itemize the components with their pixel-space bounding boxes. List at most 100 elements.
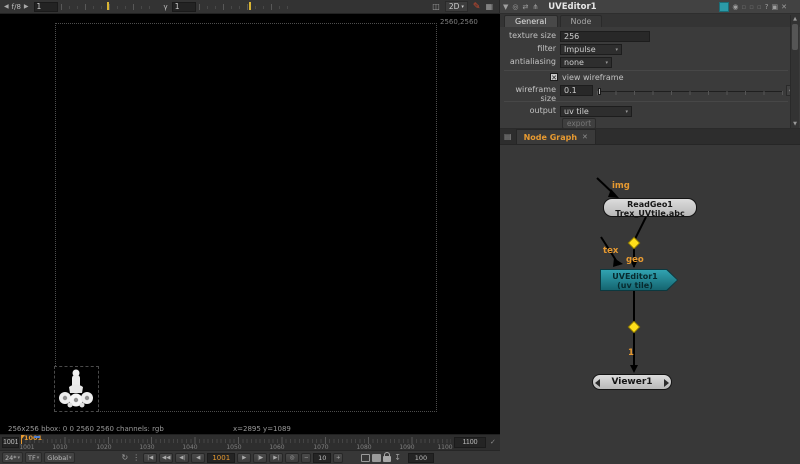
goto-start-button[interactable]: |◀ — [143, 453, 157, 463]
tab-node[interactable]: Node — [560, 15, 603, 27]
wire-diamond-icon[interactable] — [628, 237, 639, 248]
view-mode-value: 2D — [449, 2, 460, 11]
properties-scrollbar[interactable]: ▲ ▼ — [790, 15, 799, 128]
input-fork-icon[interactable]: ⋔ — [532, 3, 538, 11]
step-forward-button[interactable]: |▶ — [253, 453, 267, 463]
divider — [504, 70, 788, 71]
loop-mode-button[interactable]: ◎ — [285, 453, 299, 463]
nuke-window: ◀ f/8 ▶ γ ◫ 2D ▾ ✎ ▦ 2560,2560 — [0, 0, 800, 464]
gain-slider[interactable] — [61, 2, 157, 12]
node-viewer1[interactable]: Viewer1 — [592, 374, 672, 390]
close-icon[interactable]: ✕ — [781, 3, 787, 11]
chevron-down-icon: ▾ — [461, 4, 464, 10]
timecode-mode-select[interactable]: TF▾ — [25, 452, 42, 463]
export-button[interactable]: export — [562, 118, 596, 129]
frame-range-mode-select[interactable]: Global▾ — [44, 452, 74, 463]
texture-size-field[interactable] — [560, 31, 650, 42]
node-color-swatch[interactable] — [719, 2, 729, 12]
node-graph-tab-label: Node Graph — [524, 133, 577, 142]
gamma-label: γ — [163, 3, 169, 11]
wire-diamond-icon[interactable] — [628, 321, 639, 332]
view-mode-select[interactable]: 2D ▾ — [445, 1, 468, 12]
panel-toggle-filled-icon[interactable] — [372, 454, 381, 462]
timeline-track[interactable]: 1001 1001 1010 1020 1030 1040 1050 1060 … — [21, 435, 451, 451]
scrollbar-thumb[interactable] — [792, 24, 798, 50]
wireframe-toggle-icon[interactable]: ▦ — [485, 2, 493, 11]
tab-general[interactable]: General — [504, 15, 558, 27]
node-uveditor1[interactable]: UVEditor1 (uv tile) — [600, 269, 678, 291]
roi-pencil-icon[interactable]: ✎ — [473, 2, 481, 12]
timecode-mode-value: TF — [28, 454, 36, 462]
play-button[interactable]: ▶ — [237, 453, 251, 463]
viewer-panel-icon[interactable]: ◫ — [432, 2, 440, 11]
frame-increment-field[interactable]: 10 — [313, 453, 331, 463]
viewer-viewport[interactable]: 2560,2560 — [0, 14, 500, 424]
cursor-coords-label: x=2895 y=1089 — [233, 425, 291, 433]
node-graph-canvas[interactable]: img ReadGeo1 Trex_UVtile.abc tex geo UVE… — [500, 145, 800, 464]
gamma-slider-handle[interactable] — [249, 2, 251, 10]
uv-format-bounds — [55, 23, 437, 412]
gain-next-button[interactable]: ▶ — [22, 3, 31, 10]
float-panel-icon[interactable]: ▣ — [772, 3, 779, 11]
filter-icon[interactable]: ▼ — [503, 3, 508, 11]
increment-button[interactable]: + — [333, 453, 343, 463]
node-readgeo1[interactable]: ReadGeo1 Trex_UVtile.abc — [603, 198, 697, 217]
range-start-field[interactable] — [2, 437, 19, 448]
node-title: UVEditor1 — [548, 2, 596, 12]
help-icon[interactable]: ? — [765, 3, 769, 11]
gain-slider-handle[interactable] — [107, 2, 109, 10]
gamma-slider[interactable] — [199, 2, 295, 12]
panel-toggle-icon[interactable] — [361, 454, 370, 462]
output-label: output — [500, 106, 556, 115]
playback-speed-field[interactable]: 100 — [408, 453, 434, 463]
output-select[interactable]: uv tile ▾ — [560, 106, 632, 117]
tab-node-graph[interactable]: Node Graph ✕ — [516, 129, 596, 144]
uv-shell-thumbnail — [55, 367, 98, 411]
gamma-field[interactable] — [172, 2, 196, 12]
current-frame-field[interactable]: 1001 — [207, 453, 235, 463]
wireframe-size-field[interactable] — [560, 85, 593, 96]
fps-mode-select[interactable]: 24*▾ — [2, 452, 23, 463]
wireframe-size-slider[interactable] — [597, 88, 783, 95]
properties-header: ▼ ◎ ⇄ ⋔ UVEditor1 ◉ ▫ ▫ ▫ ? ▣ ✕ — [500, 0, 800, 14]
chevron-down-icon: ▾ — [69, 455, 72, 461]
properties-tabs: General Node — [500, 14, 800, 27]
filter-select[interactable]: Impulse ▾ — [560, 44, 622, 55]
step-back-button[interactable]: ◀| — [175, 453, 189, 463]
chevron-down-icon: ▾ — [625, 109, 628, 115]
panel-menu-icon[interactable]: ▤ — [504, 132, 512, 141]
play-backward-button[interactable]: ◀ — [191, 453, 205, 463]
format-corner-label: 2560,2560 — [440, 18, 478, 26]
dim-icon: ▫ — [742, 3, 747, 11]
decrement-button[interactable]: − — [301, 453, 311, 463]
scroll-down-icon[interactable]: ▼ — [791, 121, 799, 127]
wireframe-size-slider-handle[interactable] — [598, 88, 601, 95]
img-input-label: img — [612, 181, 630, 191]
output-value: uv tile — [564, 107, 589, 116]
timeline-ruler[interactable]: 1001 1001 1010 1020 1030 1040 1050 1060 … — [0, 434, 500, 450]
view-wireframe-checkbox[interactable]: ✕ — [550, 73, 558, 81]
prev-keyframe-button[interactable]: ◀◀ — [159, 453, 173, 463]
gain-prev-button[interactable]: ◀ — [2, 3, 11, 10]
range-end-field[interactable] — [454, 437, 486, 448]
flipbook-icon[interactable]: ↧ — [393, 453, 402, 462]
loop-icon[interactable]: ↻ — [121, 453, 130, 462]
screen-icon[interactable]: ◉ — [732, 3, 738, 11]
goto-end-button[interactable]: ▶| — [269, 453, 283, 463]
uv-tile-image — [54, 366, 99, 412]
antialiasing-select[interactable]: none ▾ — [560, 57, 612, 68]
scroll-up-icon[interactable]: ▲ — [791, 16, 799, 22]
transport-bar: 24*▾ TF▾ Global▾ ↻ ⋮ |◀ ◀◀ ◀| ◀ 1001 ▶ |… — [0, 450, 500, 464]
node-readgeo1-name: ReadGeo1 — [604, 200, 696, 209]
chevron-down-icon: ▾ — [605, 60, 608, 66]
range-lock-icon[interactable]: ✓ — [490, 438, 496, 446]
node-readgeo1-file: Trex_UVtile.abc — [604, 209, 696, 218]
transport-menu-icon[interactable]: ⋮ — [131, 453, 141, 462]
lock-icon[interactable] — [383, 456, 391, 462]
viewer-pane: ◀ f/8 ▶ γ ◫ 2D ▾ ✎ ▦ 2560,2560 — [0, 0, 500, 464]
node-graph-tabbar: ▤ Node Graph ✕ — [500, 129, 800, 145]
swap-icon[interactable]: ⇄ — [523, 3, 529, 11]
clock-icon[interactable]: ◎ — [512, 3, 518, 11]
close-icon[interactable]: ✕ — [582, 133, 588, 141]
gain-field[interactable] — [34, 2, 58, 12]
